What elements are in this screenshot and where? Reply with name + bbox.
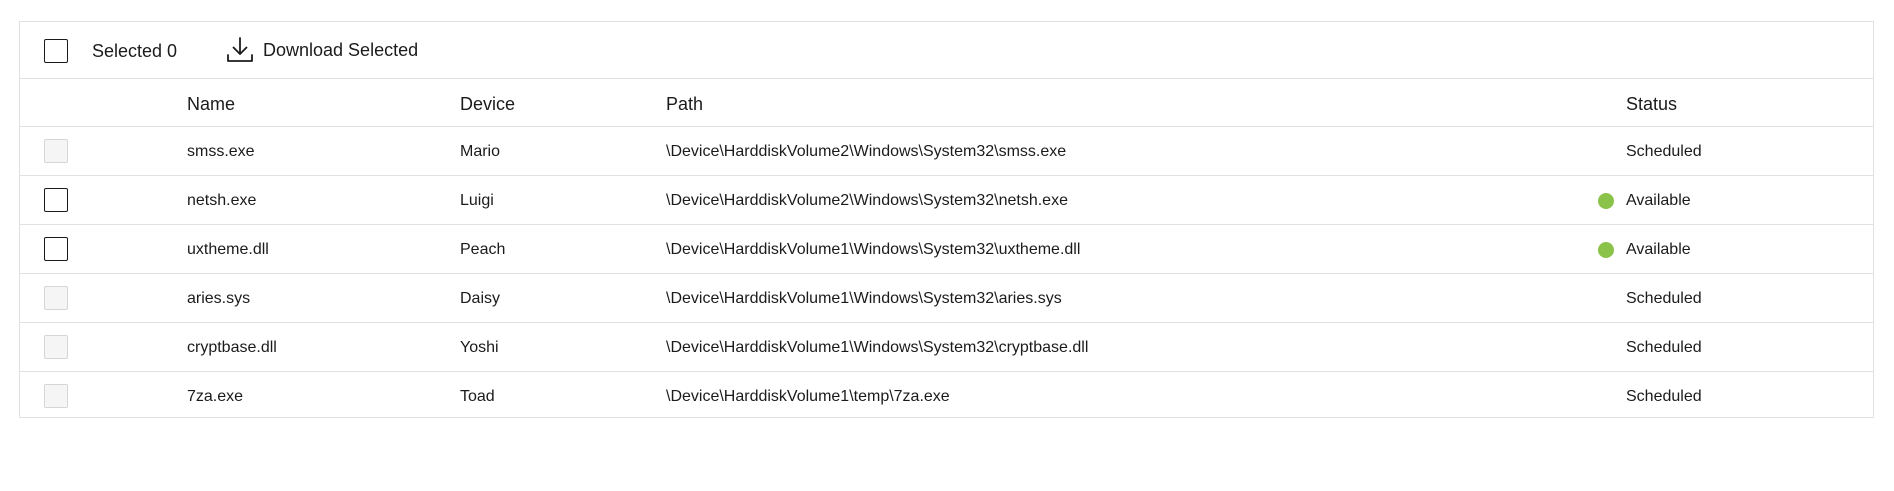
file-name: smss.exe xyxy=(187,143,255,160)
file-name: 7za.exe xyxy=(187,388,244,405)
status-available-dot-icon xyxy=(1598,242,1614,258)
toolbar: Selected 0 Download Selected xyxy=(20,22,1873,79)
files-panel: Selected 0 Download Selected Name Device… xyxy=(19,21,1874,418)
file-path: \Device\HarddiskVolume2\Windows\System32… xyxy=(666,192,1068,209)
device-name: Mario xyxy=(460,143,501,160)
file-name: cryptbase.dll xyxy=(187,339,277,356)
status-text: Scheduled xyxy=(1626,388,1702,405)
file-name: aries.sys xyxy=(187,290,251,307)
status-text: Available xyxy=(1626,192,1691,209)
file-path: \Device\HarddiskVolume1\Windows\System32… xyxy=(666,339,1089,356)
table-header: Name Device Path Status xyxy=(20,79,1873,127)
row-checkbox xyxy=(44,139,68,163)
selected-count: Selected 0 xyxy=(92,41,178,61)
download-selected-button[interactable]: Download Selected xyxy=(225,35,418,65)
device-name: Luigi xyxy=(460,192,494,209)
row-checkbox[interactable] xyxy=(44,237,68,261)
status-text: Scheduled xyxy=(1626,143,1702,160)
download-icon xyxy=(227,37,253,62)
table-row[interactable]: netsh.exe Luigi \Device\HarddiskVolume2\Wi… xyxy=(20,176,1873,225)
device-name: Toad xyxy=(460,388,495,405)
device-name: Daisy xyxy=(460,290,501,307)
status-text: Scheduled xyxy=(1626,290,1702,307)
device-name: Peach xyxy=(460,241,506,258)
device-name: Yoshi xyxy=(460,339,499,356)
table-row[interactable]: uxtheme.dll Peach \Device\HarddiskVolume1\… xyxy=(20,225,1873,274)
row-checkbox xyxy=(44,335,68,359)
column-header-device[interactable]: Device xyxy=(460,93,515,115)
table-body: smss.exe Mario \Device\HarddiskVolume2\Win… xyxy=(20,127,1873,420)
download-selected-label: Download Selected xyxy=(263,40,419,60)
table-row[interactable]: cryptbase.dll Yoshi \Device\HarddiskVolume… xyxy=(20,323,1873,372)
file-path: \Device\HarddiskVolume1\Windows\System32… xyxy=(666,241,1081,258)
table-row[interactable]: aries.sys Daisy \Device\HarddiskVolume1\Wi… xyxy=(20,274,1873,323)
file-path: \Device\HarddiskVolume1\Windows\System32… xyxy=(666,290,1062,307)
row-checkbox xyxy=(44,384,68,408)
table-row[interactable]: smss.exe Mario \Device\HarddiskVolume2\Win… xyxy=(20,127,1873,176)
column-header-path[interactable]: Path xyxy=(666,93,703,115)
select-all-checkbox[interactable] xyxy=(44,39,68,63)
status-available-dot-icon xyxy=(1598,193,1614,209)
column-header-status[interactable]: Status xyxy=(1626,93,1677,115)
status-text: Scheduled xyxy=(1626,339,1702,356)
file-path: \Device\HarddiskVolume2\Windows\System32… xyxy=(666,143,1067,160)
file-name: uxtheme.dll xyxy=(187,241,269,258)
status-text: Available xyxy=(1626,241,1691,258)
file-path: \Device\HarddiskVolume1\temp\7za.exe xyxy=(666,388,950,405)
column-header-name[interactable]: Name xyxy=(187,93,235,115)
file-name: netsh.exe xyxy=(187,192,257,209)
row-checkbox[interactable] xyxy=(44,188,68,212)
row-checkbox xyxy=(44,286,68,310)
table-row[interactable]: 7za.exe Toad \Device\HarddiskVolume1\temp\… xyxy=(20,372,1873,420)
